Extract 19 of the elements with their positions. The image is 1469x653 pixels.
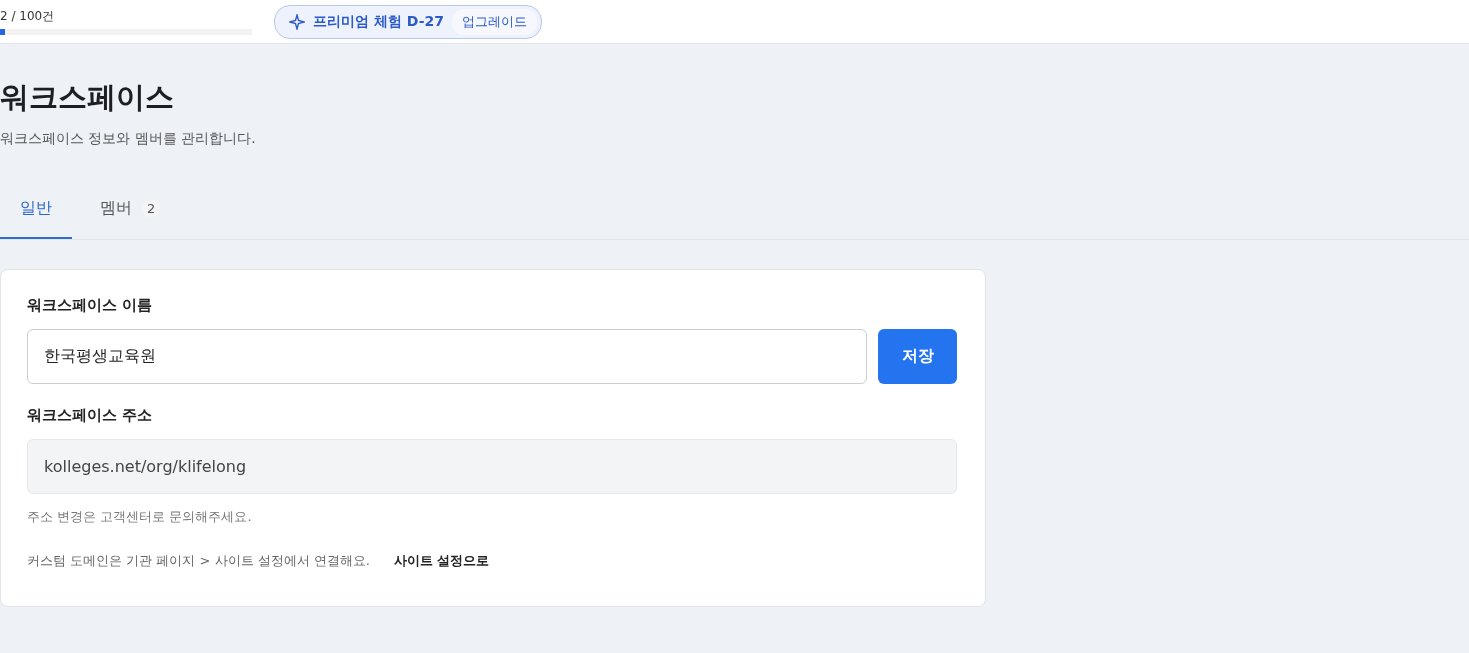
address-field: kolleges.net/org/klifelong	[27, 439, 957, 494]
field-label: 워크스페이스 주소	[27, 406, 154, 425]
page-subtitle: 워크스페이스 정보와 멤버를 관리합니다.	[0, 130, 257, 148]
page-title: 워크스페이스	[0, 79, 175, 116]
upgrade-button[interactable]: 업그레이드	[451, 8, 537, 35]
save-button[interactable]: 저장	[878, 329, 957, 384]
sparkle-icon	[289, 13, 305, 30]
tab[interactable]: 멤버 2	[80, 186, 181, 239]
usage-count: 2 / 100건	[0, 8, 56, 25]
address-hint: 주소 변경은 고객센터로 문의해주세요.	[27, 508, 253, 526]
site-settings-link[interactable]: 사이트 설정으로	[393, 552, 490, 570]
field-label: 워크스페이스 이름	[27, 296, 154, 315]
domain-hint: 커스텀 도메인은 기관 페이지 > 사이트 설정에서 연결해요.	[27, 552, 370, 570]
premium-trial-label: 프리미엄 체험 D-27	[313, 12, 444, 31]
tab[interactable]: 일반	[0, 186, 72, 239]
tab-label: 일반	[20, 198, 52, 219]
name-input[interactable]: 한국평생교육원	[27, 329, 867, 384]
tab-count: 2	[142, 200, 161, 217]
tab-label: 멤버	[100, 198, 132, 219]
